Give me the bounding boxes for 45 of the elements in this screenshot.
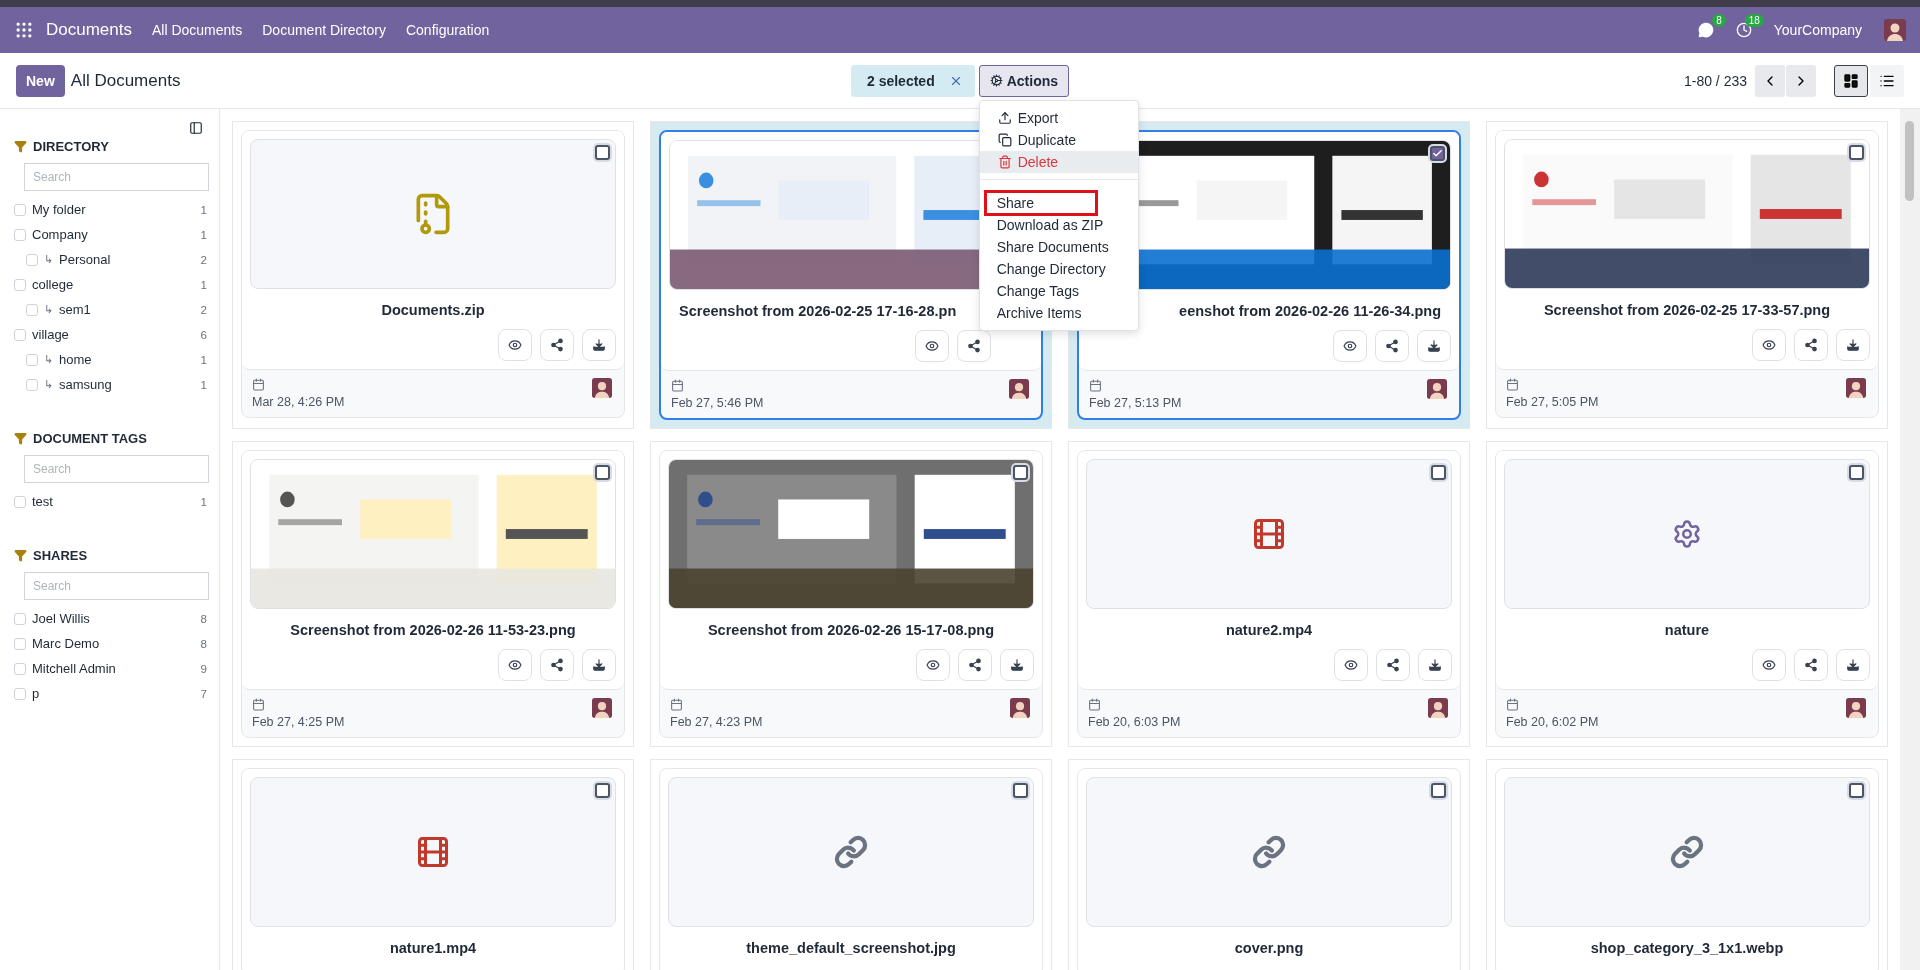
section-title: SHARES [33,548,88,563]
file-name: Documents.zip [381,302,485,318]
file-name: nature [1664,622,1710,638]
file-name: eenshot from 2026-02-26 11-26-34.png [1179,303,1441,319]
item-count: 1 [200,495,207,508]
item-count: 1 [200,378,207,391]
badge: 18 [1744,14,1764,27]
date-text: Feb 27, 5:13 PM [1089,396,1182,410]
item-count: 8 [200,612,207,625]
date-text: Feb 27, 5:05 PM [1506,395,1599,409]
item-count: 2 [200,253,207,266]
file-name: cover.png [1234,940,1304,956]
file-name: Screenshot from 2026-02-25 17-16-28.pn [679,303,957,319]
date-text: Feb 20, 6:02 PM [1506,715,1599,729]
date-text: Feb 20, 6:03 PM [1088,715,1181,729]
item-count: 1 [200,278,207,291]
item-count: 1 [200,228,207,241]
sub-item-marker: ↳ [44,353,53,366]
file-name: Screenshot from 2026-02-26 15-17-08.png [707,622,995,638]
item-count: 7 [200,687,207,700]
pager-value: 1-80 / 233 [1683,72,1747,89]
badge: 8 [1712,14,1726,27]
file-name: theme_default_screenshot.jpg [746,940,956,956]
file-name: Screenshot from 2026-02-26 11-53-23.png [290,622,576,638]
item-count: 6 [200,328,207,341]
item-count: 8 [200,637,207,650]
breadcrumb: All Documents [70,70,181,91]
item-count: 1 [200,353,207,366]
date-text: Feb 27, 4:23 PM [670,715,763,729]
item-count: 2 [200,303,207,316]
file-name: Screenshot from 2026-02-25 17-33-57.png [1543,302,1831,318]
selection-count: 2 selected [866,72,935,89]
file-name: nature1.mp4 [389,940,477,956]
item-count: 1 [200,203,207,216]
item-count: 9 [200,662,207,675]
file-name: nature2.mp4 [1225,622,1313,638]
sub-item-marker: ↳ [44,378,53,391]
section-title: DOCUMENT TAGS [33,431,147,446]
sub-item-marker: ↳ [44,303,53,316]
date-text: Feb 27, 4:25 PM [252,715,345,729]
section-title: DIRECTORY [33,139,109,154]
date-text: Feb 27, 5:46 PM [671,396,764,410]
sub-item-marker: ↳ [44,253,53,266]
date-text: Mar 28, 4:26 PM [252,395,345,409]
file-name: shop_category_3_1x1.webp [1590,940,1784,956]
